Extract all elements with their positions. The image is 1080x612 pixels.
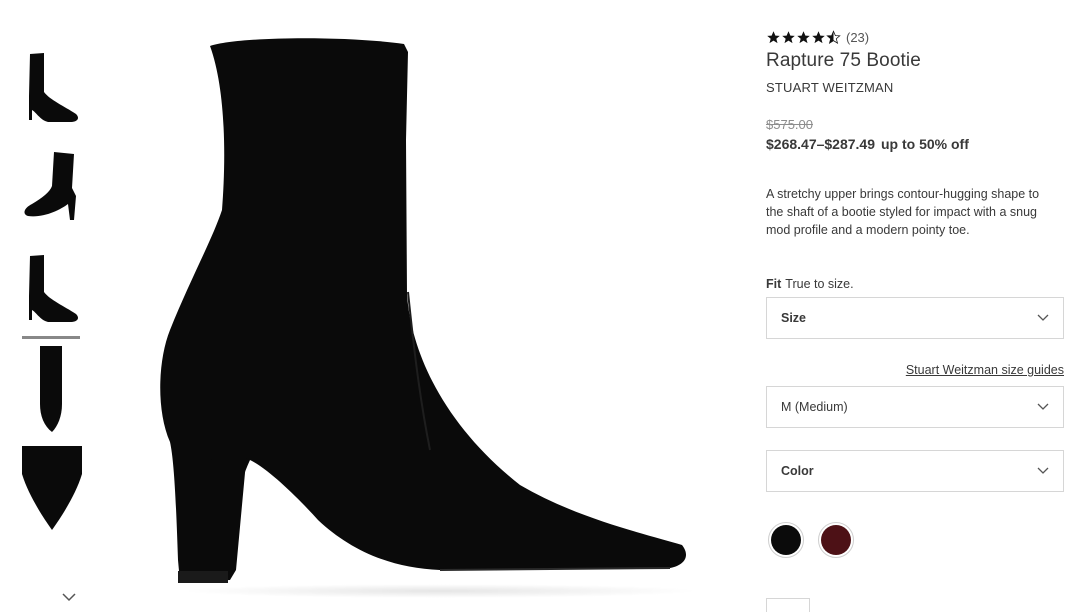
size-dropdown-label: Size xyxy=(781,311,807,325)
thumbnail-selected-indicator xyxy=(22,336,80,339)
sale-price: $268.47–$287.49 xyxy=(766,136,875,152)
size-guide-row: Stuart Weitzman size guides xyxy=(766,363,1064,377)
thumbnail-toe-detail[interactable] xyxy=(18,444,84,534)
original-price: $575.00 xyxy=(766,117,813,132)
product-info-panel: (23) Rapture 75 Bootie STUART WEITZMAN $… xyxy=(766,28,1064,558)
size-dropdown[interactable]: Size xyxy=(766,297,1064,339)
main-product-image[interactable] xyxy=(150,30,710,610)
swatch-black-fill xyxy=(771,525,801,555)
star-full-icon xyxy=(812,30,825,43)
swatch-black[interactable] xyxy=(768,522,804,558)
color-dropdown[interactable]: Color xyxy=(766,450,1064,492)
star-full-icon xyxy=(767,30,780,43)
boot-angle-thumbnail-image xyxy=(24,152,76,220)
width-dropdown-value: M (Medium) xyxy=(781,400,848,414)
star-full-icon xyxy=(782,30,795,43)
fit-label: Fit xyxy=(766,277,782,291)
quantity-box[interactable] xyxy=(766,598,810,612)
product-shadow xyxy=(180,584,700,598)
chevron-down-icon xyxy=(1037,467,1049,474)
size-guide-link[interactable]: Stuart Weitzman size guides xyxy=(906,363,1064,377)
width-dropdown[interactable]: M (Medium) xyxy=(766,386,1064,428)
thumbnail-side-view[interactable] xyxy=(18,48,84,128)
color-swatches xyxy=(768,522,1064,558)
boot-main-image xyxy=(160,38,687,583)
chevron-down-icon xyxy=(1037,403,1049,410)
star-full-icon xyxy=(797,30,810,43)
swatch-burgundy-fill xyxy=(821,525,851,555)
fit-info: Fit True to size. xyxy=(766,277,1064,291)
rating-row[interactable]: (23) xyxy=(766,28,1064,46)
discount-label: up to 50% off xyxy=(881,136,969,152)
sale-price-row: $268.47–$287.49 up to 50% off xyxy=(766,136,1064,152)
product-description: A stretchy upper brings contour-hugging … xyxy=(766,187,1040,237)
boot-side-alt-thumbnail-image xyxy=(29,255,78,322)
thumbnail-angle-view[interactable] xyxy=(18,148,84,228)
review-count[interactable]: (23) xyxy=(846,30,869,45)
chevron-down-icon[interactable] xyxy=(60,590,78,604)
color-dropdown-label: Color xyxy=(781,464,814,478)
chevron-down-icon xyxy=(1037,314,1049,321)
star-rating xyxy=(766,29,841,45)
boot-toe-thumbnail-image xyxy=(22,446,82,530)
product-title: Rapture 75 Bootie xyxy=(766,50,921,71)
thumbnail-side-view-alt[interactable] xyxy=(18,248,84,328)
brand-name[interactable]: STUART WEITZMAN xyxy=(766,80,1064,95)
boot-side-thumbnail-image xyxy=(29,53,78,122)
thumbnail-front-view[interactable] xyxy=(18,344,84,434)
star-half-icon xyxy=(826,29,841,44)
boot-front-thumbnail-image xyxy=(40,346,62,432)
fit-value: True to size. xyxy=(785,277,854,291)
swatch-burgundy[interactable] xyxy=(818,522,854,558)
